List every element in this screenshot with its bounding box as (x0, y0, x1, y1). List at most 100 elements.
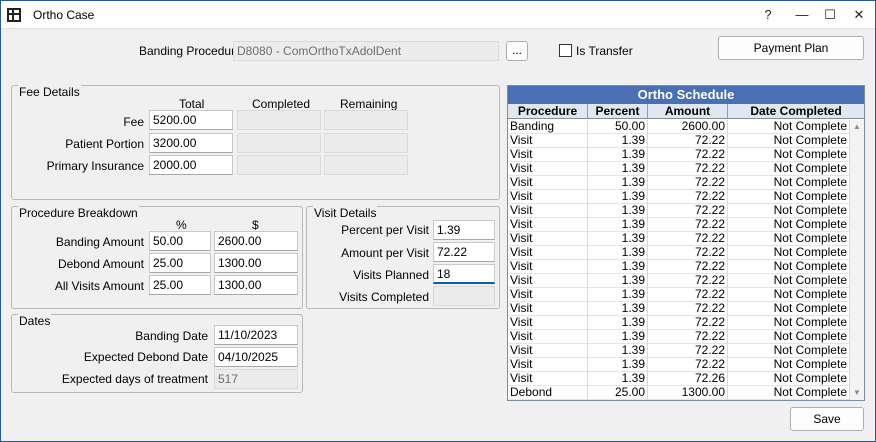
percent-cell: 1.39 (588, 148, 648, 162)
percent-cell: 1.39 (588, 302, 648, 316)
schedule-row[interactable]: Visit 1.39 72.22 Not Complete (508, 358, 850, 372)
schedule-row[interactable]: Visit 1.39 72.22 Not Complete (508, 330, 850, 344)
amount-cell: 72.22 (648, 204, 728, 218)
amount-cell: 72.22 (648, 218, 728, 232)
payment-plan-button[interactable]: Payment Plan (718, 36, 864, 60)
save-button[interactable]: Save (790, 407, 864, 431)
amount-cell: 72.26 (648, 372, 728, 386)
dates-group: Dates Banding Date 11/10/2023 Expected D… (11, 314, 303, 393)
all-visits-percent-input[interactable]: 25.00 (149, 275, 211, 295)
banding-date-input[interactable]: 11/10/2023 (214, 325, 298, 345)
banding-date-label: Banding Date (135, 329, 208, 343)
date-completed-cell: Not Complete (728, 148, 850, 162)
primary-insurance-remaining-field (324, 155, 408, 175)
procedure-cell: Visit (508, 176, 588, 190)
schedule-row[interactable]: Visit 1.39 72.22 Not Complete (508, 134, 850, 148)
header-date-completed[interactable]: Date Completed (728, 104, 864, 119)
debond-amount-input[interactable]: 1300.00 (214, 253, 298, 273)
amount-cell: 72.22 (648, 190, 728, 204)
schedule-rows: Banding 50.00 2600.00 Not Complete Visit 1.39… (508, 120, 850, 400)
procedure-cell: Visit (508, 218, 588, 232)
fee-total-input[interactable]: 5200.00 (149, 110, 233, 130)
patient-portion-total-input[interactable]: 3200.00 (149, 133, 233, 153)
fee-label: Fee (123, 115, 144, 129)
amount-cell: 72.22 (648, 330, 728, 344)
schedule-row[interactable]: Visit 1.39 72.22 Not Complete (508, 246, 850, 260)
expected-debond-date-input[interactable]: 04/10/2025 (214, 347, 298, 367)
percent-cell: 1.39 (588, 204, 648, 218)
expected-days-label: Expected days of treatment (61, 372, 208, 386)
percent-cell: 1.39 (588, 176, 648, 190)
date-completed-cell: Not Complete (728, 302, 850, 316)
fee-details-group: Fee Details Total Completed Remaining Fe… (11, 85, 500, 200)
debond-percent-input[interactable]: 25.00 (149, 253, 211, 273)
all-visits-amount-label: All Visits Amount (54, 279, 144, 293)
percent-cell: 50.00 (588, 120, 648, 134)
schedule-row[interactable]: Visit 1.39 72.22 Not Complete (508, 204, 850, 218)
percent-cell: 1.39 (588, 162, 648, 176)
window-title: Ortho Case (33, 8, 95, 22)
primary-insurance-label: Primary Insurance (46, 159, 144, 173)
scroll-down-icon[interactable]: ▼ (850, 386, 864, 400)
browse-procedure-button[interactable]: ... (506, 41, 528, 61)
patient-portion-completed-field (237, 133, 321, 153)
schedule-row[interactable]: Visit 1.39 72.22 Not Complete (508, 274, 850, 288)
schedule-row[interactable]: Visit 1.39 72.26 Not Complete (508, 372, 850, 386)
date-completed-cell: Not Complete (728, 190, 850, 204)
procedure-cell: Debond (508, 386, 588, 400)
ortho-schedule-grid[interactable]: Ortho Schedule Procedure Percent Amount … (507, 85, 865, 401)
amount-per-visit-input[interactable]: 72.22 (433, 242, 495, 262)
schedule-row[interactable]: Visit 1.39 72.22 Not Complete (508, 288, 850, 302)
procedure-cell: Visit (508, 204, 588, 218)
percent-cell: 1.39 (588, 246, 648, 260)
visits-planned-input[interactable]: 18 (433, 264, 495, 284)
header-amount[interactable]: Amount (648, 104, 728, 119)
schedule-row[interactable]: Visit 1.39 72.22 Not Complete (508, 148, 850, 162)
header-procedure[interactable]: Procedure (508, 104, 588, 119)
schedule-row[interactable]: Visit 1.39 72.22 Not Complete (508, 302, 850, 316)
schedule-row[interactable]: Visit 1.39 72.22 Not Complete (508, 260, 850, 274)
schedule-row[interactable]: Visit 1.39 72.22 Not Complete (508, 218, 850, 232)
scroll-up-icon[interactable]: ▲ (850, 120, 864, 134)
percent-cell: 1.39 (588, 260, 648, 274)
schedule-row[interactable]: Debond 25.00 1300.00 Not Complete (508, 386, 850, 400)
procedure-cell: Visit (508, 316, 588, 330)
percent-cell: 1.39 (588, 134, 648, 148)
schedule-row[interactable]: Visit 1.39 72.22 Not Complete (508, 232, 850, 246)
amount-cell: 72.22 (648, 274, 728, 288)
help-button[interactable]: ? (757, 5, 779, 25)
expected-days-field: 517 (214, 369, 298, 389)
maximize-button[interactable]: ☐ (819, 5, 841, 25)
amount-cell: 72.22 (648, 316, 728, 330)
schedule-row[interactable]: Visit 1.39 72.22 Not Complete (508, 190, 850, 204)
title-bar: Ortho Case ? — ☐ ✕ (1, 1, 875, 29)
date-completed-cell: Not Complete (728, 288, 850, 302)
visits-completed-field (433, 286, 495, 306)
banding-percent-input[interactable]: 50.00 (149, 231, 211, 251)
is-transfer-checkbox[interactable] (559, 44, 572, 57)
close-button[interactable]: ✕ (848, 5, 870, 25)
all-visits-amount-input[interactable]: 1300.00 (214, 275, 298, 295)
schedule-row[interactable]: Visit 1.39 72.22 Not Complete (508, 344, 850, 358)
schedule-row[interactable]: Visit 1.39 72.22 Not Complete (508, 162, 850, 176)
minimize-button[interactable]: — (791, 5, 813, 25)
procedure-cell: Banding (508, 120, 588, 134)
primary-insurance-completed-field (237, 155, 321, 175)
header-percent[interactable]: Percent (588, 104, 648, 119)
date-completed-cell: Not Complete (728, 260, 850, 274)
percent-cell: 1.39 (588, 274, 648, 288)
date-completed-cell: Not Complete (728, 204, 850, 218)
amount-cell: 72.22 (648, 302, 728, 316)
date-completed-cell: Not Complete (728, 246, 850, 260)
schedule-row[interactable]: Visit 1.39 72.22 Not Complete (508, 316, 850, 330)
schedule-row[interactable]: Visit 1.39 72.22 Not Complete (508, 176, 850, 190)
procedure-cell: Visit (508, 358, 588, 372)
schedule-row[interactable]: Banding 50.00 2600.00 Not Complete (508, 120, 850, 134)
percent-per-visit-input[interactable]: 1.39 (433, 220, 495, 240)
banding-amount-input[interactable]: 2600.00 (214, 231, 298, 251)
patient-portion-remaining-field (324, 133, 408, 153)
schedule-scrollbar[interactable]: ▲ ▼ (850, 120, 864, 400)
procedure-breakdown-group: Procedure Breakdown % $ Banding Amount 5… (11, 206, 303, 309)
amount-cell: 72.22 (648, 232, 728, 246)
primary-insurance-total-input[interactable]: 2000.00 (149, 155, 233, 175)
